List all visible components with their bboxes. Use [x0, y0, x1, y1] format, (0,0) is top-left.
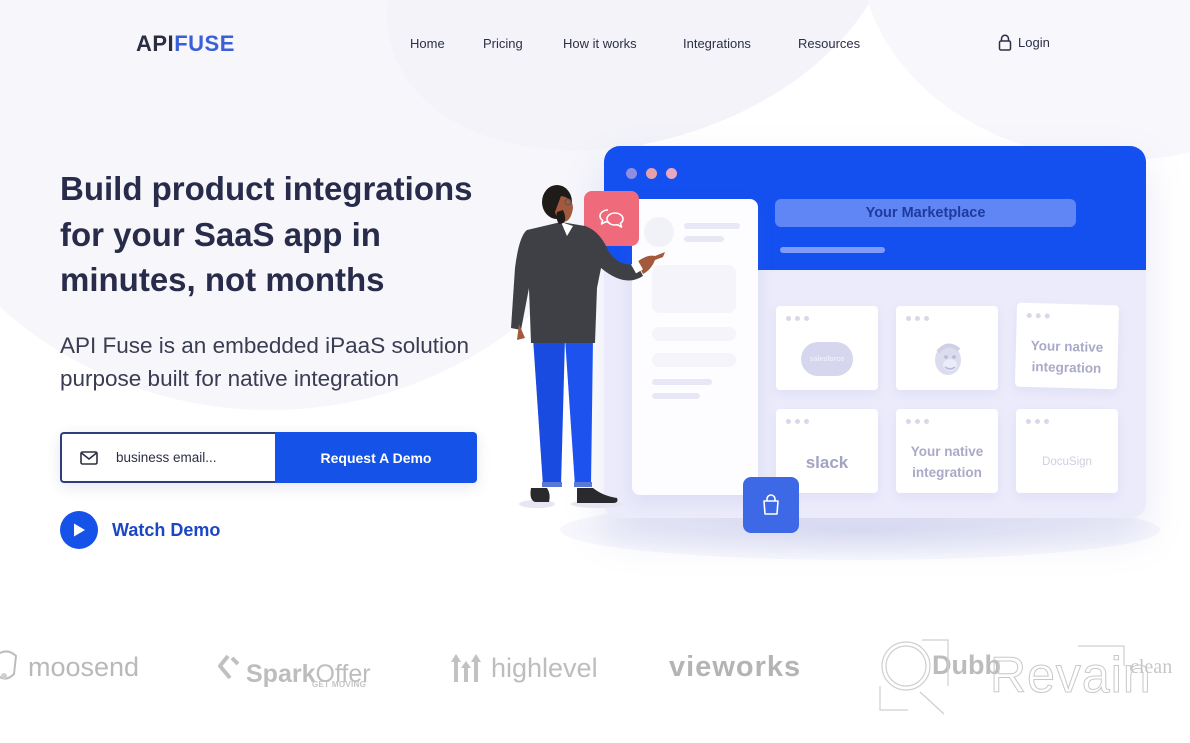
integration-tile-docusign: DocuSign: [1016, 409, 1118, 493]
nav-home[interactable]: Home: [410, 36, 445, 51]
nav-pricing[interactable]: Pricing: [483, 36, 523, 51]
businessman-illustration: [511, 185, 665, 508]
sparkoffer-chevron-icon: [218, 654, 240, 680]
integration-tile-native: Your native integration: [896, 409, 998, 493]
nav-integrations[interactable]: Integrations: [683, 36, 751, 51]
request-demo-button[interactable]: Request A Demo: [275, 432, 477, 483]
bag-badge: [743, 477, 799, 533]
demo-request-form: Request A Demo: [60, 432, 477, 483]
sparkoffer-tagline: GET MOVING: [312, 680, 367, 689]
login-label: Login: [1018, 35, 1050, 50]
tile-label: Your native integration: [1030, 338, 1104, 376]
tile-dots: [906, 316, 929, 321]
revain-watermark-text: Revain: [990, 647, 1152, 704]
email-input[interactable]: [116, 450, 266, 465]
highlevel-arrows-icon: [451, 654, 481, 682]
placeholder-line: [780, 247, 885, 253]
login-link[interactable]: Login: [998, 34, 1050, 51]
logo-fuse-text: FUSE: [174, 31, 235, 56]
tile-dots: [786, 316, 809, 321]
tile-dots: [906, 419, 929, 424]
integration-tile-native: Your native integration: [1014, 302, 1120, 390]
mailchimp-logo: [935, 343, 961, 375]
logo-highlevel: highlevel: [449, 652, 598, 684]
nav-how-it-works[interactable]: How it works: [563, 36, 637, 51]
site-header: APIFUSE Home Pricing How it works Integr…: [0, 0, 1190, 88]
watch-demo-label: Watch Demo: [112, 519, 221, 540]
watch-demo-link[interactable]: Watch Demo: [60, 511, 220, 549]
logo-moosend: moosend: [28, 652, 140, 682]
logo-vieworks: vieworks: [669, 651, 802, 683]
logo-api-text: API: [136, 31, 175, 56]
salesforce-logo: salesforce: [801, 342, 853, 376]
moosend-cow-icon: [0, 650, 18, 680]
play-icon: [60, 511, 98, 549]
marketplace-title-bar: Your Marketplace: [775, 199, 1076, 227]
tile-label: DocuSign: [1042, 455, 1092, 468]
tile-label: Your native integration: [910, 444, 984, 480]
integration-tile-salesforce: salesforce: [776, 306, 878, 390]
mail-icon: [80, 450, 98, 465]
integration-tile-mailchimp: [896, 306, 998, 390]
shopping-bag-icon: [763, 494, 779, 515]
placeholder-line: [684, 236, 724, 242]
lock-icon: [998, 34, 1012, 51]
tile-dots: [1026, 419, 1049, 424]
hero-subheadline: API Fuse is an embedded iPaaS solution p…: [60, 333, 469, 391]
hero-headline: Build product integrations for your SaaS…: [60, 170, 473, 298]
tile-dots: [1026, 312, 1050, 319]
email-field-wrapper: [60, 432, 275, 483]
apifuse-logo[interactable]: APIFUSE: [136, 31, 235, 57]
nav-resources[interactable]: Resources: [798, 36, 860, 51]
placeholder-line: [684, 223, 740, 229]
tile-dots: [786, 419, 809, 424]
marketplace-window-illustration: Your Marketplace salesforce Your native …: [604, 146, 1146, 518]
